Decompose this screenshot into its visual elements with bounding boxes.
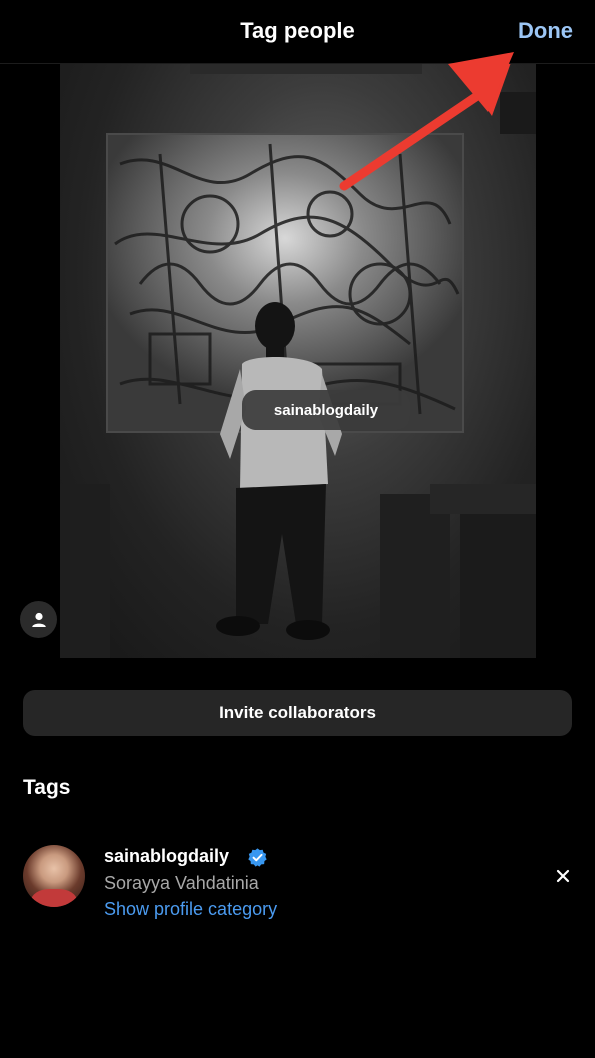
close-icon-glyph bbox=[556, 869, 570, 883]
avatar-shirt bbox=[31, 889, 77, 907]
tag-full-name: Sorayya Vahdatinia bbox=[104, 873, 259, 893]
page-title: Tag people bbox=[240, 18, 355, 43]
photo-scene bbox=[60, 64, 536, 658]
close-icon[interactable] bbox=[553, 866, 573, 886]
show-profile-category-link[interactable]: Show profile category bbox=[104, 899, 277, 920]
tag-list-item[interactable]: sainablogdaily Sorayya Vahdatinia Show p… bbox=[0, 840, 595, 930]
person-icon[interactable] bbox=[20, 601, 57, 638]
top-bar: Tag people Done bbox=[0, 0, 595, 64]
invite-collaborators-button[interactable]: Invite collaborators bbox=[23, 690, 572, 736]
tag-username[interactable]: sainablogdaily bbox=[104, 846, 229, 867]
tags-heading: Tags bbox=[23, 776, 71, 799]
avatar[interactable] bbox=[23, 845, 85, 907]
photo-tag-label[interactable]: sainablogdaily bbox=[242, 390, 410, 430]
person-icon-glyph bbox=[31, 612, 46, 627]
verified-badge-icon bbox=[248, 848, 267, 867]
tag-photo[interactable] bbox=[60, 64, 536, 658]
done-button[interactable]: Done bbox=[518, 18, 573, 44]
